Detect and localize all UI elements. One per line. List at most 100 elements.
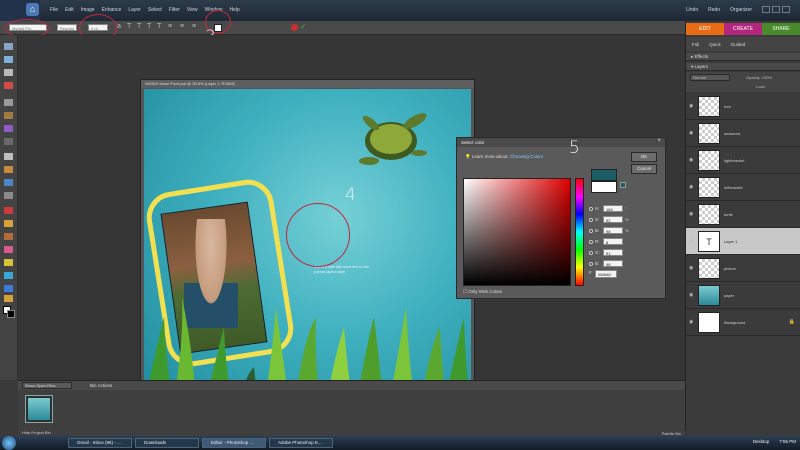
- layer-row[interactable]: ◉ paper: [686, 282, 800, 309]
- taskbar-item-gmail[interactable]: Gmail - Inbox (86) - ...: [68, 438, 132, 448]
- web-safe-cube-icon[interactable]: [620, 182, 626, 188]
- document-title[interactable]: 090919 Mose Pool.psd @ 25.6% (Layer 1, R…: [141, 80, 474, 88]
- minimize-icon[interactable]: [762, 6, 770, 13]
- tab-edit[interactable]: EDIT: [686, 23, 724, 35]
- red-eye-tool-icon[interactable]: [4, 207, 13, 214]
- italic-icon[interactable]: T: [137, 23, 141, 30]
- underline-icon[interactable]: T: [147, 23, 151, 30]
- tab-create[interactable]: CREATE: [724, 23, 762, 35]
- visibility-eye-icon[interactable]: ◉: [689, 184, 693, 190]
- crop-tool-icon[interactable]: [4, 166, 13, 173]
- green-input[interactable]: 91: [603, 249, 623, 256]
- eyedropper-tool-icon[interactable]: [4, 82, 13, 89]
- subtab-full[interactable]: Full: [692, 42, 699, 47]
- layer-row[interactable]: ◉ turtle: [686, 201, 800, 228]
- brush-tool-icon[interactable]: [4, 259, 13, 266]
- taskbar-item-downloads[interactable]: Downloads: [135, 438, 199, 448]
- layers-panel-header[interactable]: ▾ Layers: [686, 63, 800, 71]
- move-tool-icon[interactable]: [4, 43, 13, 50]
- organizer-button[interactable]: Organizer: [730, 7, 752, 13]
- open-file-thumbnail[interactable]: [25, 395, 53, 423]
- hue-input[interactable]: 184: [603, 205, 623, 212]
- maximize-icon[interactable]: [772, 6, 780, 13]
- hand-tool-icon[interactable]: [4, 69, 13, 76]
- menu-filter[interactable]: Filter: [169, 7, 180, 13]
- choosing-colors-link[interactable]: Choosing Colors: [510, 154, 543, 159]
- cancel-button[interactable]: Cancel: [631, 164, 657, 174]
- cookie-cutter-icon[interactable]: [4, 179, 13, 186]
- bold-icon[interactable]: T: [127, 23, 131, 30]
- shape-tool-icon[interactable]: [4, 285, 13, 292]
- effects-panel-header[interactable]: ▸ Effects: [686, 53, 800, 61]
- old-color-preview[interactable]: [591, 181, 617, 193]
- opacity-input[interactable]: 100%: [762, 75, 772, 80]
- menu-view[interactable]: View: [187, 7, 198, 13]
- commit-check-icon[interactable]: ✓: [300, 22, 307, 31]
- zoom-tool-icon[interactable]: [4, 56, 13, 63]
- cancel-icon[interactable]: [291, 24, 298, 31]
- green-radio[interactable]: [589, 251, 593, 255]
- hex-input[interactable]: 085b62: [595, 270, 617, 278]
- clone-stamp-icon[interactable]: [4, 233, 13, 240]
- clock[interactable]: 7:55 PM: [779, 439, 796, 444]
- align-center-icon[interactable]: ≡: [180, 23, 184, 30]
- type-tool-icon[interactable]: [4, 153, 13, 160]
- layer-row[interactable]: ◉ Background 🔒: [686, 309, 800, 336]
- eraser-tool-icon[interactable]: [4, 246, 13, 253]
- desktop-toolbar[interactable]: Desktop: [753, 439, 770, 444]
- layer-row[interactable]: ◉ seaweed: [686, 120, 800, 147]
- magic-wand-tool-icon[interactable]: [4, 125, 13, 132]
- color-field[interactable]: [463, 178, 571, 286]
- tab-share[interactable]: SHARE: [762, 23, 800, 35]
- straighten-tool-icon[interactable]: [4, 192, 13, 199]
- menu-image[interactable]: Image: [81, 7, 95, 13]
- paint-bucket-icon[interactable]: [4, 272, 13, 279]
- align-left-icon[interactable]: ≡: [168, 23, 172, 30]
- undo-button[interactable]: Undo: [686, 7, 698, 13]
- menu-select[interactable]: Select: [148, 7, 162, 13]
- blue-radio[interactable]: [589, 262, 593, 266]
- layer-row[interactable]: ◉ lightbracket: [686, 147, 800, 174]
- visibility-eye-icon[interactable]: ◉: [689, 103, 693, 109]
- redo-button[interactable]: Redo: [708, 7, 720, 13]
- blue-input[interactable]: 98: [603, 260, 623, 267]
- sponge-tool-icon[interactable]: [4, 295, 13, 302]
- saturation-radio[interactable]: [589, 218, 593, 222]
- layer-row[interactable]: ◉ picture: [686, 255, 800, 282]
- brightness-input[interactable]: 98: [603, 227, 623, 234]
- close-icon[interactable]: [782, 6, 790, 13]
- saturation-input[interactable]: 92: [603, 216, 623, 223]
- dialog-title[interactable]: Select color: [457, 138, 665, 147]
- brightness-radio[interactable]: [589, 229, 593, 233]
- visibility-eye-icon[interactable]: ◉: [689, 211, 693, 217]
- font-style-field[interactable]: Regular: [57, 24, 77, 31]
- layer-row[interactable]: ◉ tree: [686, 93, 800, 120]
- anti-alias-icon[interactable]: a: [117, 23, 121, 30]
- lasso-tool-icon[interactable]: [4, 112, 13, 119]
- start-orb-icon[interactable]: [2, 436, 16, 450]
- subtab-guided[interactable]: Guided: [731, 42, 746, 47]
- home-icon[interactable]: ⌂: [26, 3, 39, 16]
- red-radio[interactable]: [589, 240, 593, 244]
- hue-radio[interactable]: [589, 207, 593, 211]
- taskbar-item-editor[interactable]: Editor - Photoshop ...: [202, 438, 266, 448]
- visibility-eye-icon[interactable]: ◉: [689, 157, 693, 163]
- taskbar-item-photoshop[interactable]: Adobe Photoshop E...: [269, 438, 333, 448]
- strikethrough-icon[interactable]: T: [157, 23, 161, 30]
- background-color-swatch[interactable]: [7, 310, 15, 318]
- hue-slider[interactable]: [575, 178, 584, 286]
- bin-files-select[interactable]: Show Open Files: [22, 382, 72, 389]
- visibility-eye-icon[interactable]: ◉: [689, 319, 693, 325]
- marquee-tool-icon[interactable]: [4, 99, 13, 106]
- menu-file[interactable]: File: [50, 7, 58, 13]
- bin-actions-menu[interactable]: Bin Actions: [90, 381, 112, 390]
- visibility-eye-icon[interactable]: ◉: [689, 130, 693, 136]
- dialog-close-icon[interactable]: ×: [657, 138, 661, 144]
- visibility-eye-icon[interactable]: ◉: [689, 238, 693, 244]
- red-input[interactable]: 8: [603, 238, 623, 245]
- selection-brush-icon[interactable]: [4, 138, 13, 145]
- layer-row-selected[interactable]: ◉ T Layer 1: [686, 228, 800, 255]
- web-colors-checkbox[interactable]: ☐ Only Web Colors: [463, 289, 502, 295]
- visibility-eye-icon[interactable]: ◉: [689, 265, 693, 271]
- menu-edit[interactable]: Edit: [65, 7, 74, 13]
